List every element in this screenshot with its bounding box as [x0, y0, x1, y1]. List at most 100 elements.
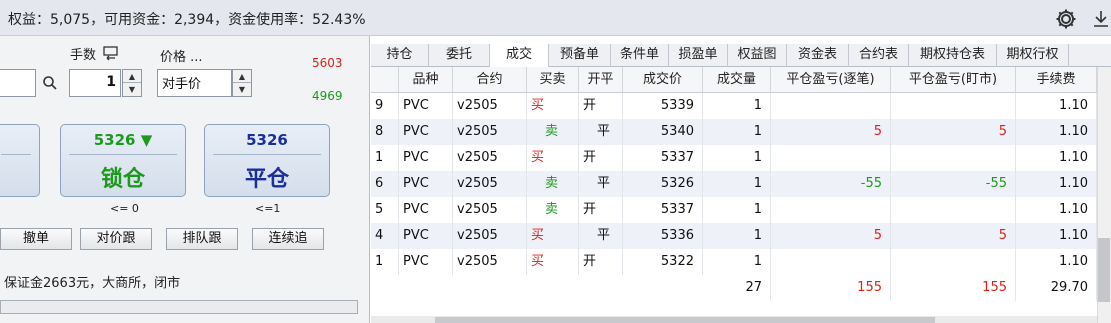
cell-side: 买: [527, 249, 579, 275]
tab-bar: 持仓 委托 成交 预备单 条件单 损盈单 权益图 资金表 合约表 期权持仓表 期…: [371, 44, 1111, 67]
cell-volume: 1: [703, 249, 771, 275]
total-pl-trade: 155: [771, 275, 891, 301]
cell-pl-mtm: [891, 93, 1016, 119]
column-header-product[interactable]: 品种: [399, 67, 453, 93]
cell-product: PVC: [399, 249, 453, 275]
lock-position-button[interactable]: 5326 ▼ 锁仓: [60, 124, 186, 197]
queue-follow-button[interactable]: 排队跟: [166, 228, 238, 250]
cancel-order-button[interactable]: 撤单: [0, 228, 72, 250]
cell-product: PVC: [399, 223, 453, 249]
cell-product: PVC: [399, 197, 453, 223]
column-header-side[interactable]: 买卖: [527, 67, 579, 93]
table-row[interactable]: 5 PVC v2505 卖开 5337 1 1.10: [371, 197, 1097, 223]
cell-side: 卖: [527, 197, 579, 223]
totals-row: 27 155 155 29.70: [371, 275, 1097, 301]
cell-pl-trade: [771, 249, 891, 275]
lock-note: <= 0: [110, 202, 139, 215]
margin-status: 保证金2663元，大商所，闭市: [4, 276, 181, 291]
cell-no: 4: [371, 223, 399, 249]
cell-volume: 1: [703, 93, 771, 119]
cell-contract: v2505: [453, 223, 527, 249]
cell-side: 买: [527, 93, 579, 119]
cell-oc: 平: [579, 171, 623, 197]
tab-contracts-table[interactable]: 合约表: [849, 44, 909, 67]
column-header-open-close[interactable]: 开平: [579, 67, 623, 93]
column-header-fee[interactable]: 手续费: [1016, 67, 1097, 93]
price-input[interactable]: 对手价: [157, 69, 232, 97]
cell-side: 卖: [527, 119, 579, 145]
lock-price: 5326 ▼: [93, 131, 153, 149]
column-header-pl-trade[interactable]: 平仓盈亏(逐笔): [771, 67, 891, 93]
gear-icon[interactable]: [1055, 8, 1077, 30]
return-icon[interactable]: [102, 45, 120, 61]
cell-contract: v2505: [453, 145, 527, 171]
price-stepper[interactable]: ▲ ▼: [232, 69, 252, 97]
download-icon[interactable]: [1092, 9, 1110, 29]
price-value: 对手价: [162, 77, 202, 92]
cell-side: 买: [527, 145, 579, 171]
cell-price: 5326: [623, 171, 703, 197]
cell-no: 5: [371, 197, 399, 223]
total-fee: 29.70: [1016, 275, 1097, 301]
vertical-scroll-thumb[interactable]: [1098, 238, 1110, 302]
cell-oc: 开: [579, 145, 623, 171]
table-row[interactable]: 1 PVC v2505 买开 5337 1 1.10: [371, 145, 1097, 171]
account-summary: 权益：5,075，可用资金：2,394，资金使用率：52.43%: [8, 12, 366, 28]
cell-pl-mtm: [891, 145, 1016, 171]
cell-volume: 1: [703, 197, 771, 223]
tab-stop-orders[interactable]: 损盈单: [669, 44, 728, 67]
cell-pl-mtm: [891, 249, 1016, 275]
cell-pl-mtm: 5: [891, 119, 1016, 145]
cell-contract: v2505: [453, 93, 527, 119]
cell-fee: 1.10: [1016, 119, 1097, 145]
table-row[interactable]: 6 PVC v2505 卖平 5326 1 -55 -55 1.10: [371, 171, 1097, 197]
table-row[interactable]: 4 PVC v2505 买平 5336 1 5 5 1.10: [371, 223, 1097, 249]
search-icon[interactable]: [42, 75, 58, 91]
bid-price: 4969: [312, 89, 343, 103]
cell-pl-trade: [771, 145, 891, 171]
cell-fee: 1.10: [1016, 93, 1097, 119]
follow-counter-price-button[interactable]: 对价跟: [80, 228, 152, 250]
cell-no: 1: [371, 249, 399, 275]
buy-button[interactable]: [0, 124, 40, 197]
cell-volume: 1: [703, 223, 771, 249]
cell-product: PVC: [399, 119, 453, 145]
table-row[interactable]: 1 PVC v2505 买开 5322 1 1.10: [371, 249, 1097, 275]
lock-label: 锁仓: [100, 166, 145, 192]
qty-label: 手数: [70, 48, 97, 63]
cell-pl-trade: [771, 197, 891, 223]
cell-pl-trade: [771, 93, 891, 119]
contract-input[interactable]: [0, 69, 36, 97]
cell-pl-trade: -55: [771, 171, 891, 197]
cell-pl-mtm: [891, 197, 1016, 223]
tab-positions[interactable]: 持仓: [371, 44, 429, 67]
cell-pl-mtm: -55: [891, 171, 1016, 197]
tab-option-positions[interactable]: 期权持仓表: [909, 44, 997, 67]
column-header-price[interactable]: 成交价: [623, 67, 703, 93]
continuous-chase-button[interactable]: 连续追: [252, 228, 324, 250]
close-position-button[interactable]: 5326 平仓: [204, 124, 330, 197]
column-header-contract[interactable]: 合约: [453, 67, 527, 93]
column-header-volume[interactable]: 成交量: [703, 67, 771, 93]
tab-trades[interactable]: 成交: [490, 44, 549, 67]
qty-value: 1: [106, 74, 116, 90]
qty-input[interactable]: 1: [69, 69, 121, 97]
cell-contract: v2505: [453, 171, 527, 197]
horizontal-scroll-thumb[interactable]: [435, 317, 935, 323]
cell-product: PVC: [399, 93, 453, 119]
tab-orders[interactable]: 委托: [429, 44, 490, 67]
tab-prepared-orders[interactable]: 预备单: [549, 44, 611, 67]
tab-option-exercise[interactable]: 期权行权: [997, 44, 1069, 67]
table-row[interactable]: 8 PVC v2505 卖平 5340 1 5 5 1.10: [371, 119, 1097, 145]
cell-fee: 1.10: [1016, 171, 1097, 197]
column-header-index: [371, 67, 399, 93]
progress-bar: [0, 300, 358, 314]
cell-price: 5337: [623, 197, 703, 223]
tab-equity-chart[interactable]: 权益图: [728, 44, 787, 67]
qty-stepper[interactable]: ▲ ▼: [122, 69, 142, 97]
tab-funds-table[interactable]: 资金表: [787, 44, 849, 67]
tab-conditional-orders[interactable]: 条件单: [611, 44, 669, 67]
column-header-pl-mtm[interactable]: 平仓盈亏(盯市): [891, 67, 1016, 93]
table-row[interactable]: 9 PVC v2505 买开 5339 1 1.10: [371, 93, 1097, 119]
cell-fee: 1.10: [1016, 223, 1097, 249]
